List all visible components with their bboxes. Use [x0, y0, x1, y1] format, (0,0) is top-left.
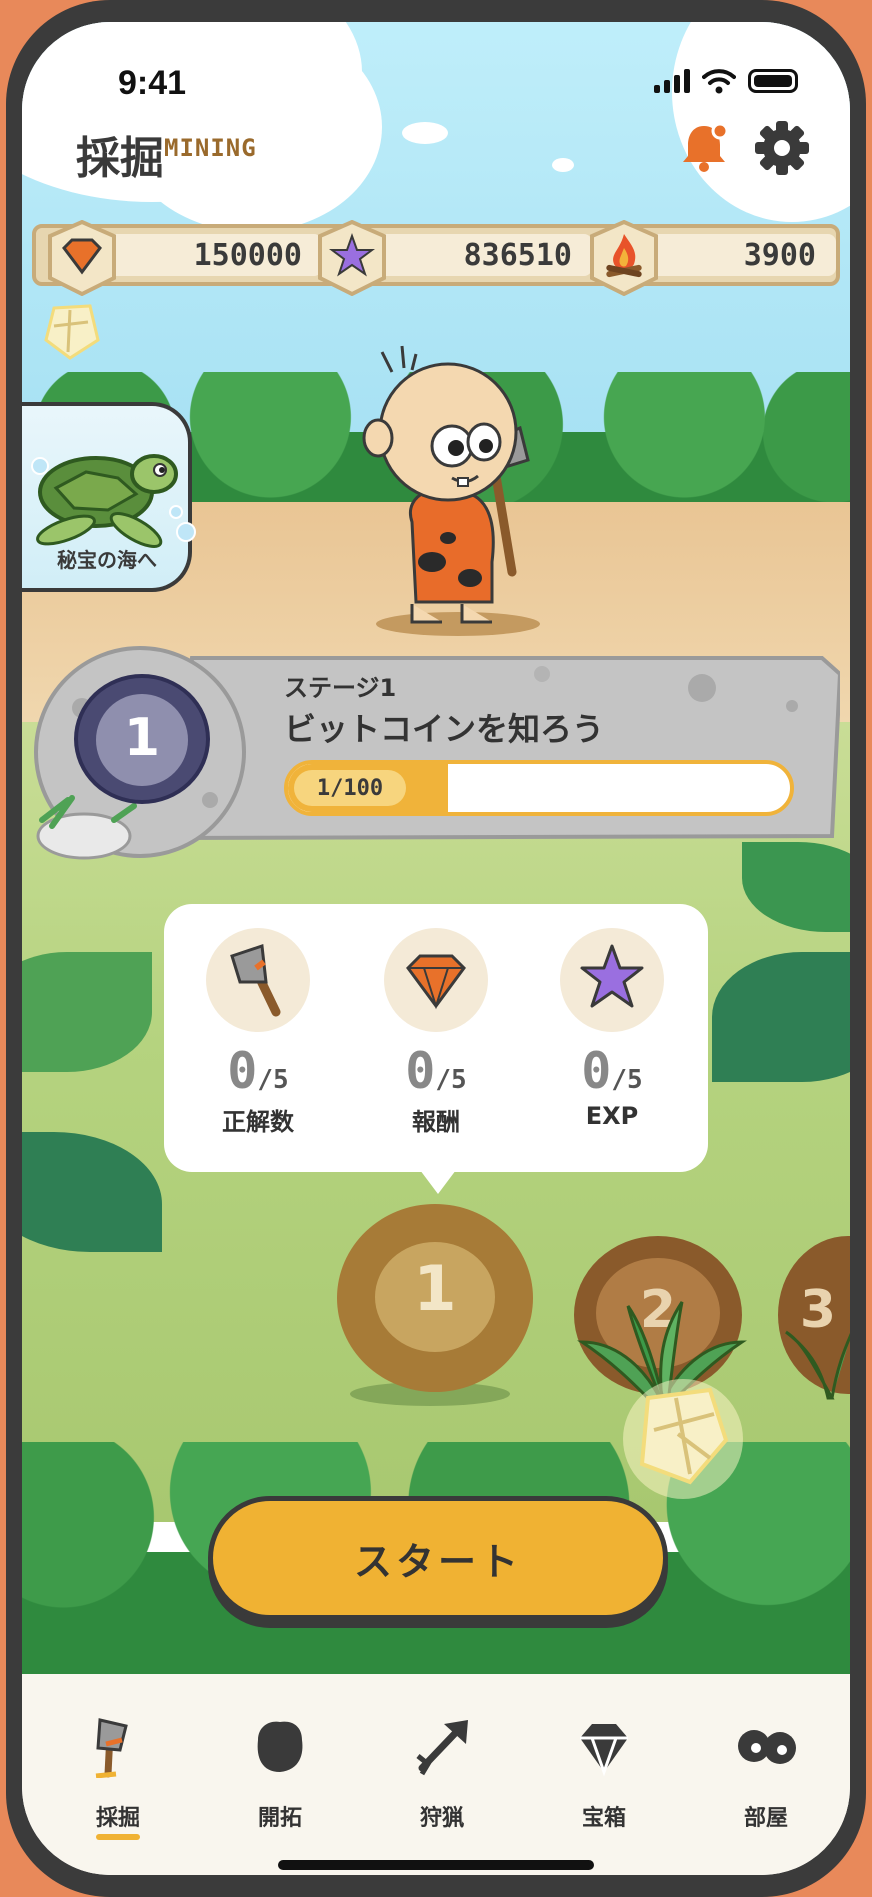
- reward-correct: 0/5 正解数: [198, 928, 318, 1137]
- diamond-icon: [580, 1724, 628, 1777]
- currency-gems: 150000: [46, 220, 322, 296]
- start-button[interactable]: スタート: [208, 1496, 668, 1620]
- signal-icon: [654, 69, 690, 93]
- stage-number-badge: 1: [74, 674, 210, 804]
- stage-progress-bar: 1/100: [284, 760, 794, 816]
- currency-value: 3900: [640, 234, 836, 276]
- stage-subtitle: ステージ1: [284, 674, 397, 702]
- stage-title: ビットコインを知ろう: [284, 710, 605, 748]
- reward-gems: 0/5 報酬: [376, 928, 496, 1137]
- axe-icon: [95, 1718, 128, 1779]
- active-tab-indicator: [96, 1834, 140, 1840]
- gear-icon[interactable]: [754, 120, 810, 176]
- page-subtitle: MINING: [164, 134, 257, 162]
- reward-label: 報酬: [412, 1108, 460, 1136]
- status-time: 9:41: [118, 64, 187, 102]
- reward-count: 0/5: [581, 1042, 643, 1100]
- node-number: 1: [413, 1252, 457, 1325]
- bell-icon[interactable]: [679, 120, 729, 174]
- wifi-icon: [702, 69, 736, 94]
- status-icons: [654, 68, 798, 94]
- app-screen: 9:41 採掘 MINING 150000 836510 3900 秘宝の海へ …: [22, 22, 850, 1875]
- reward-label: 正解数: [222, 1108, 294, 1136]
- page-title: 採掘: [76, 133, 164, 184]
- gem-icon: [48, 220, 116, 296]
- tab-label: 宝箱: [581, 1806, 626, 1831]
- currency-value: 150000: [98, 234, 322, 276]
- tab-label: 採掘: [95, 1806, 140, 1831]
- plant-icon: [785, 1330, 850, 1400]
- gem-icon: [384, 928, 488, 1032]
- axe-icon: [206, 928, 310, 1032]
- home-indicator: [278, 1860, 594, 1870]
- tab-label: 狩猟: [419, 1806, 464, 1831]
- tab-label: 部屋: [743, 1806, 788, 1831]
- campfire-icon: [590, 220, 658, 296]
- currency-starfish: 836510: [316, 220, 592, 296]
- reward-count: 0/5: [227, 1042, 289, 1100]
- reward-count: 0/5: [405, 1042, 467, 1100]
- turtle-icon: [31, 454, 196, 548]
- tab-hunting[interactable]: 狩猟: [372, 1714, 512, 1832]
- reward-label: EXP: [585, 1102, 639, 1130]
- eyes-icon: [738, 1730, 796, 1764]
- tab-treasure[interactable]: 宝箱: [534, 1714, 674, 1832]
- tab-bar: 採掘 開拓 狩猟 宝箱 部屋: [22, 1674, 850, 1875]
- reward-exp: 0/5 EXP: [552, 928, 672, 1130]
- cloud-decoration: [402, 122, 448, 144]
- currency-value: 836510: [368, 234, 592, 276]
- crystal-icon: [623, 1379, 743, 1499]
- tab-label: 開拓: [257, 1806, 302, 1831]
- glove-icon: [257, 1721, 303, 1772]
- cloud-decoration: [552, 158, 574, 172]
- caveman-character: [362, 345, 540, 636]
- currency-campfire: 3900: [588, 220, 838, 296]
- secret-sea-label: 秘宝の海へ: [57, 548, 157, 572]
- tab-develop[interactable]: 開拓: [210, 1714, 350, 1832]
- progress-text: 1/100: [294, 770, 406, 806]
- battery-icon: [748, 69, 798, 93]
- tab-room[interactable]: 部屋: [696, 1714, 836, 1832]
- rewards-card: 0/5 正解数 0/5 報酬 0/5 EXP: [164, 904, 708, 1194]
- stage-number: 1: [123, 708, 161, 768]
- arrow-icon: [416, 1720, 468, 1776]
- starfish-icon: [318, 220, 386, 296]
- tab-mining[interactable]: 採掘: [48, 1714, 188, 1840]
- stage-node-1[interactable]: 1: [337, 1204, 533, 1392]
- starfish-icon: [560, 928, 664, 1032]
- crystal-icon: [44, 304, 100, 360]
